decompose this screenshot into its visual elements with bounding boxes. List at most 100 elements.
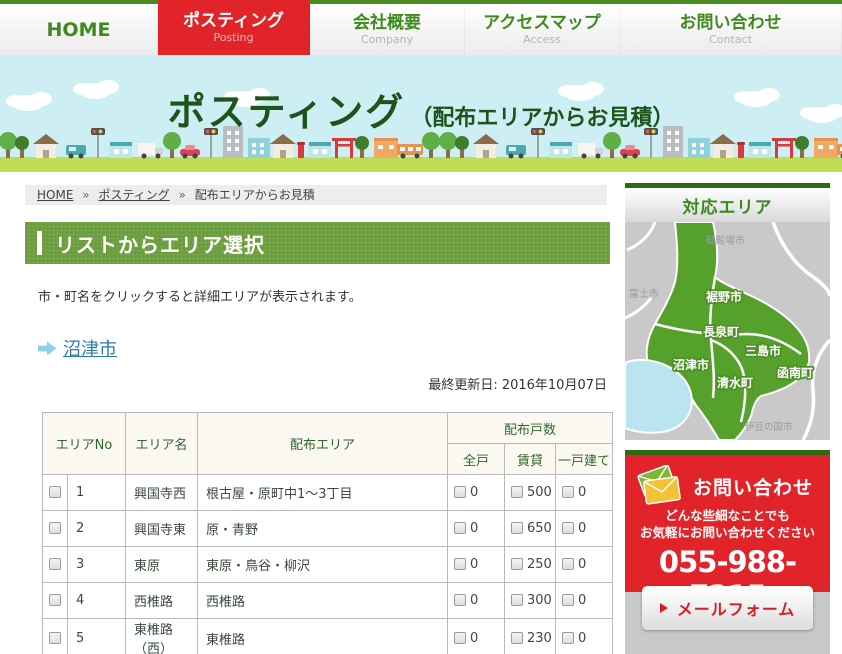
cell-detached-count: 0 xyxy=(578,521,586,536)
cell-distribution-area: 根古屋・原町中1～3丁目 xyxy=(198,475,448,511)
table-row: 3 東原 東原・鳥谷・柳沢 0 250 0 xyxy=(43,547,613,583)
count-checkbox[interactable] xyxy=(562,632,574,644)
count-checkbox[interactable] xyxy=(562,522,574,534)
breadcrumb: HOME » ポスティング » 配布エリアからお見積 xyxy=(25,185,607,205)
row-select-checkbox[interactable] xyxy=(49,522,61,534)
page-title: ポスティング （配布エリアからお見積） xyxy=(0,81,842,136)
mail-envelope-icon xyxy=(633,465,685,507)
row-select-checkbox[interactable] xyxy=(49,632,61,644)
cell-rental-count: 500 xyxy=(527,485,552,500)
cell-detached-count: 0 xyxy=(578,593,586,608)
mail-form-button-label: メールフォーム xyxy=(677,596,796,620)
mail-form-button[interactable]: メールフォーム xyxy=(642,586,813,630)
map-label-covered: 長泉町 xyxy=(703,324,739,339)
nav-sublabel: Contact xyxy=(709,33,752,47)
city-link-numazu[interactable]: 沼津市 xyxy=(63,335,117,361)
nav-label: 会社概要 xyxy=(353,13,421,33)
col-header-area-name: エリア名 xyxy=(126,413,198,475)
last-updated-text: 最終更新日: 2016年10月07日 xyxy=(25,374,607,393)
breadcrumb-separator: » xyxy=(82,188,89,202)
map-label-outside: 富士市 xyxy=(629,287,659,300)
coverage-map-module: 対応エリア 御殿場市 富士市 伊豆の国市 裾野市 長泉町 三島市 沼津市 清水町… xyxy=(625,183,830,440)
arrow-right-icon xyxy=(660,603,668,613)
cell-area-no: 1 xyxy=(68,475,126,511)
count-checkbox[interactable] xyxy=(511,486,523,498)
count-checkbox[interactable] xyxy=(454,522,466,534)
map-label-covered: 三島市 xyxy=(745,343,781,358)
section-header-bar xyxy=(37,231,42,255)
nav-item-access[interactable]: アクセスマップ Access xyxy=(465,4,620,55)
cell-area-name: 東原 xyxy=(126,547,198,583)
col-header-household-count: 配布戸数 xyxy=(448,413,613,444)
nav-item-posting[interactable]: ポスティング Posting xyxy=(158,0,310,55)
main-nav: HOME ポスティング Posting 会社概要 Company アクセスマップ… xyxy=(0,0,842,55)
instruction-text: 市・町名をクリックすると詳細エリアが表示されます。 xyxy=(38,286,362,305)
count-checkbox[interactable] xyxy=(511,558,523,570)
count-checkbox[interactable] xyxy=(562,486,574,498)
map-label-outside: 御殿場市 xyxy=(705,234,745,247)
row-select-checkbox[interactable] xyxy=(49,486,61,498)
nav-item-home[interactable]: HOME xyxy=(0,4,158,55)
cell-distribution-area: 西椎路 xyxy=(198,583,448,619)
cell-rental-count: 650 xyxy=(527,521,552,536)
row-select-checkbox[interactable] xyxy=(49,594,61,606)
cell-distribution-area: 東椎路 xyxy=(198,619,448,654)
table-row: 5 東椎路（西） 東椎路 0 230 0 xyxy=(43,619,613,654)
row-select-checkbox[interactable] xyxy=(49,558,61,570)
contact-line1: どんな些細なことでも xyxy=(625,507,830,524)
hero-banner: ポスティング （配布エリアからお見積） xyxy=(0,55,842,172)
coverage-map-title: 対応エリア xyxy=(625,188,830,222)
cell-rental-count: 230 xyxy=(527,631,552,646)
coverage-map-image: 御殿場市 富士市 伊豆の国市 裾野市 長泉町 三島市 沼津市 清水町 函南町 xyxy=(625,222,830,440)
cell-area-no: 4 xyxy=(68,583,126,619)
cell-all-count: 0 xyxy=(470,593,478,608)
count-checkbox[interactable] xyxy=(511,632,523,644)
nav-item-contact[interactable]: お問い合わせ Contact xyxy=(620,4,842,55)
col-header-all: 全戸 xyxy=(448,444,505,475)
contact-title: お問い合わせ xyxy=(693,473,813,500)
cell-detached-count: 0 xyxy=(578,485,586,500)
nav-item-company[interactable]: 会社概要 Company xyxy=(310,4,465,55)
cell-all-count: 0 xyxy=(470,485,478,500)
cell-area-no: 2 xyxy=(68,511,126,547)
count-checkbox[interactable] xyxy=(454,594,466,606)
count-checkbox[interactable] xyxy=(454,632,466,644)
table-row: 4 西椎路 西椎路 0 300 0 xyxy=(43,583,613,619)
map-label-covered: 函南町 xyxy=(777,365,813,380)
area-table: エリアNo エリア名 配布エリア 配布戸数 全戸 賃貸 一戸建て 1 興国寺西 … xyxy=(42,412,613,654)
col-header-detached: 一戸建て xyxy=(556,444,613,475)
count-checkbox[interactable] xyxy=(454,558,466,570)
count-checkbox[interactable] xyxy=(562,558,574,570)
nav-label: アクセスマップ xyxy=(483,13,601,33)
breadcrumb-current: 配布エリアからお見積 xyxy=(195,188,315,202)
section-header: リストからエリア選択 xyxy=(25,222,610,264)
cell-detached-count: 0 xyxy=(578,631,586,646)
table-row: 1 興国寺西 根古屋・原町中1～3丁目 0 500 0 xyxy=(43,475,613,511)
cell-area-name: 西椎路 xyxy=(126,583,198,619)
col-header-rental: 賃貸 xyxy=(505,444,556,475)
nav-sublabel: Access xyxy=(523,33,561,47)
col-header-distribution-area: 配布エリア xyxy=(198,413,448,475)
nav-label: HOME xyxy=(47,20,111,40)
map-label-covered: 沼津市 xyxy=(673,357,709,372)
breadcrumb-separator: » xyxy=(179,188,186,202)
nav-sublabel: Posting xyxy=(213,31,253,45)
cell-area-name: 興国寺東 xyxy=(126,511,198,547)
cell-distribution-area: 原・青野 xyxy=(198,511,448,547)
map-label-covered: 裾野市 xyxy=(706,289,742,304)
col-header-area-no: エリアNo xyxy=(43,413,126,475)
cell-all-count: 0 xyxy=(470,557,478,572)
contact-banner: お問い合わせ どんな些細なことでも お気軽にお問い合わせください 055-988… xyxy=(625,450,830,592)
count-checkbox[interactable] xyxy=(562,594,574,606)
hero-subtitle-text: （配布エリアからお見積） xyxy=(410,106,674,131)
table-header-row: エリアNo エリア名 配布エリア 配布戸数 xyxy=(43,413,613,444)
breadcrumb-posting-link[interactable]: ポスティング xyxy=(98,188,169,202)
breadcrumb-home-link[interactable]: HOME xyxy=(37,188,73,202)
count-checkbox[interactable] xyxy=(511,594,523,606)
count-checkbox[interactable] xyxy=(511,522,523,534)
map-label-outside: 伊豆の国市 xyxy=(745,421,793,433)
count-checkbox[interactable] xyxy=(454,486,466,498)
hero-title-text: ポスティング xyxy=(168,90,406,134)
table-row: 2 興国寺東 原・青野 0 650 0 xyxy=(43,511,613,547)
cell-area-name: 東椎路（西） xyxy=(126,619,198,654)
